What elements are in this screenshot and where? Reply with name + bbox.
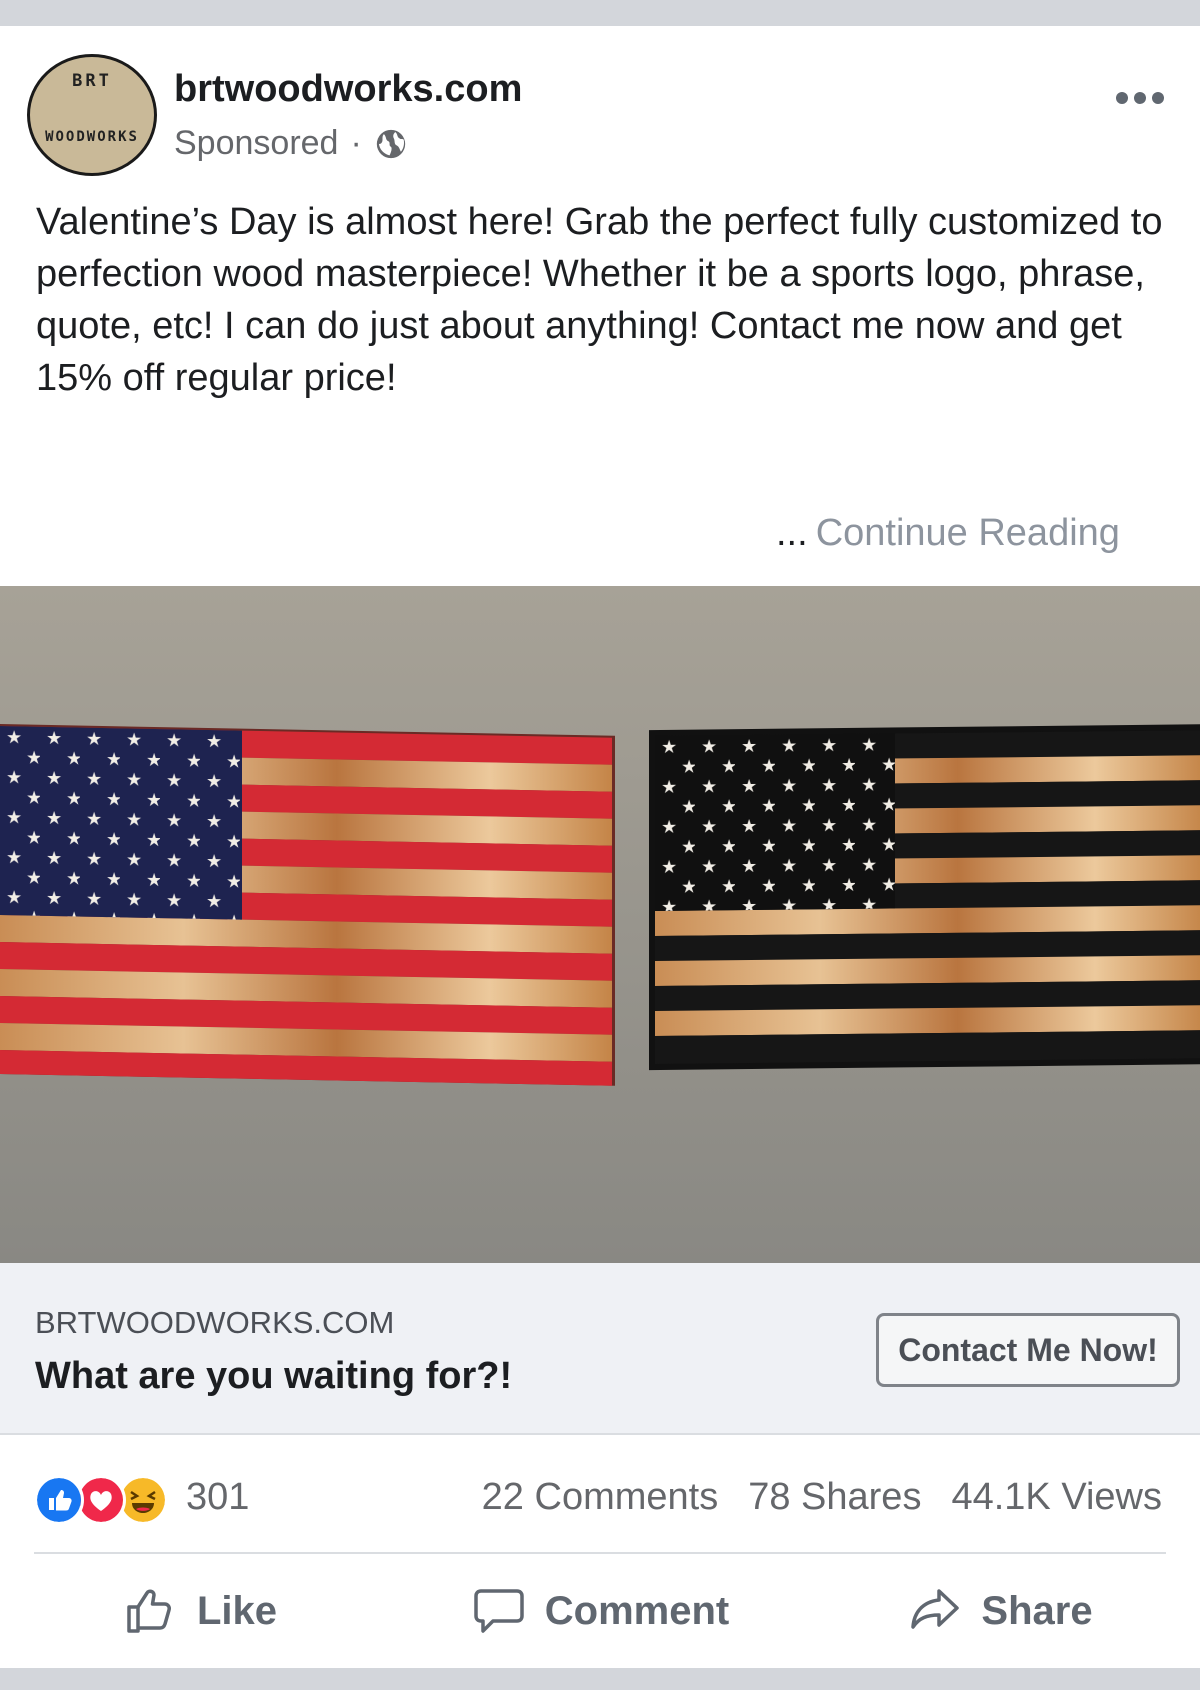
post-body-text: Valentine’s Day is almost here! Grab the…: [36, 201, 1163, 399]
black-flag: [649, 724, 1200, 1071]
link-preview-bar[interactable]: BRTWOODWORKS.COM What are you waiting fo…: [0, 1263, 1200, 1435]
page-avatar[interactable]: BRT WOODWORKS: [27, 54, 157, 176]
avatar-text-brt: BRT: [72, 71, 112, 91]
reaction-count[interactable]: 301: [186, 1476, 249, 1519]
globe-icon[interactable]: [374, 127, 408, 161]
feed-separator-top: [0, 0, 1200, 26]
more-dot-icon: [1116, 92, 1128, 104]
red-flag: [0, 724, 615, 1086]
ellipsis: ...: [776, 512, 808, 554]
more-options-button[interactable]: [1116, 88, 1166, 108]
wooden-flags-image: ★ ★: [0, 586, 1200, 1263]
comment-button[interactable]: Comment: [400, 1556, 800, 1666]
avatar-text-woodworks: WOODWORKS: [45, 129, 139, 145]
stats-counts: 22 Comments 78 Shares 44.1K Views: [482, 1476, 1162, 1519]
like-button[interactable]: Like: [0, 1556, 400, 1666]
sponsored-label[interactable]: Sponsored: [174, 124, 338, 163]
action-bar: Like Comment Share: [0, 1556, 1200, 1666]
share-button[interactable]: Share: [800, 1556, 1200, 1666]
post-meta: Sponsored ·: [174, 124, 408, 163]
ad-photo[interactable]: ★ ★: [0, 586, 1200, 1263]
like-reaction-icon: [34, 1475, 84, 1525]
comments-count[interactable]: 22 Comments: [482, 1476, 719, 1519]
views-count: 44.1K Views: [951, 1476, 1162, 1518]
shares-count[interactable]: 78 Shares: [748, 1476, 921, 1519]
link-headline[interactable]: What are you waiting for?!: [35, 1355, 512, 1398]
link-domain: BRTWOODWORKS.COM: [35, 1305, 395, 1340]
reaction-icons[interactable]: [34, 1475, 174, 1525]
comment-label: Comment: [544, 1588, 730, 1633]
meta-separator: ·: [350, 124, 362, 162]
continue-reading-link[interactable]: Continue Reading: [816, 512, 1120, 554]
continue-reading[interactable]: ... Continue Reading: [776, 512, 1120, 555]
thumbs-up-icon: [127, 1589, 171, 1633]
stats-divider: [34, 1552, 1166, 1554]
engagement-stats: 301 22 Comments 78 Shares 44.1K Views: [0, 1440, 1200, 1550]
comment-bubble-icon: [474, 1589, 524, 1633]
feed-separator-bottom: [0, 1668, 1200, 1690]
share-arrow-icon: [911, 1589, 960, 1629]
like-label: Like: [196, 1588, 278, 1633]
more-dot-icon: [1134, 92, 1146, 104]
share-label: Share: [981, 1588, 1093, 1633]
contact-me-button[interactable]: Contact Me Now!: [876, 1313, 1180, 1387]
more-dot-icon: [1152, 92, 1164, 104]
page-name-link[interactable]: brtwoodworks.com: [174, 68, 522, 111]
